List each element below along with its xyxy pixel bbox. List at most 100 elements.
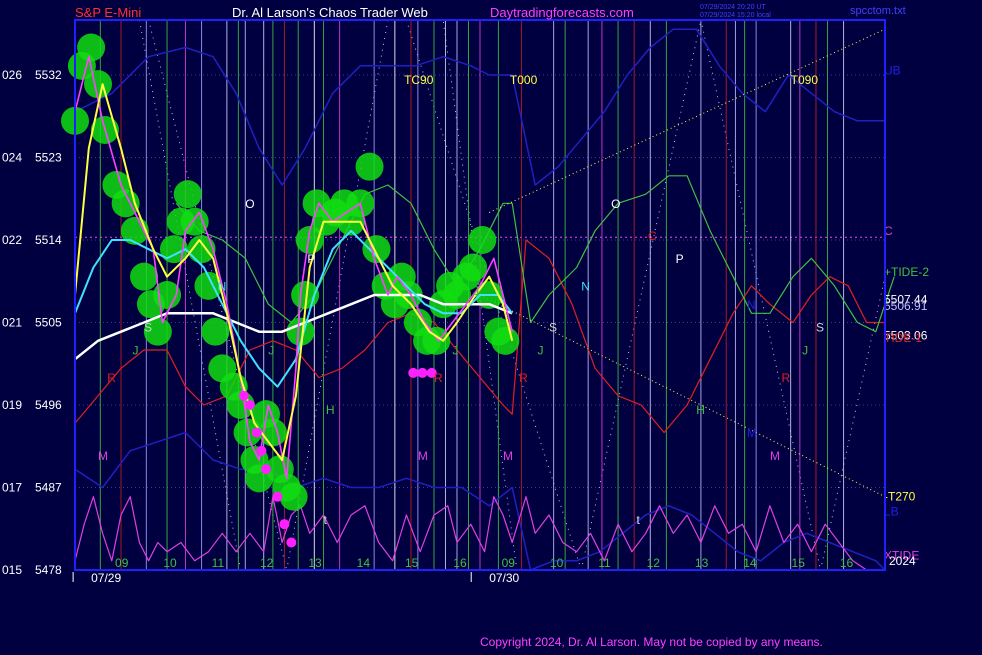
annotation-label: R bbox=[434, 371, 443, 385]
annotation-label: J bbox=[133, 344, 139, 358]
annotation-label: H bbox=[696, 403, 705, 417]
right-series-label: +TIDE-2 bbox=[884, 265, 929, 279]
highlight-blob bbox=[130, 262, 159, 291]
highlight-blob bbox=[468, 226, 497, 254]
x-tick-label: 12 bbox=[260, 556, 274, 570]
annotation-label: H bbox=[326, 403, 335, 417]
annotation-label: N bbox=[747, 298, 756, 312]
annotation-label: O bbox=[245, 197, 254, 211]
annotation-label: J bbox=[268, 344, 274, 358]
annotation-label: J bbox=[802, 344, 808, 358]
event-dot bbox=[279, 519, 290, 530]
annotation-label: J bbox=[538, 344, 544, 358]
annotation-label: J bbox=[452, 344, 458, 358]
annotation-label: P bbox=[676, 252, 684, 266]
annotation-label: R bbox=[519, 371, 528, 385]
x-tick-label: 16 bbox=[840, 556, 854, 570]
x-tick-label: 13 bbox=[308, 556, 322, 570]
chart-svg: 015 5478 017 5487 019 5496 021 5505 022 5514 024 55… bbox=[0, 0, 982, 650]
annotation-label: C bbox=[648, 229, 657, 243]
x-tick-label: 09 bbox=[502, 556, 516, 570]
annotation-label: R bbox=[107, 371, 116, 385]
annotation-label: J bbox=[473, 284, 479, 298]
annotation-label: TC90 bbox=[404, 73, 434, 87]
annotation-label: N bbox=[218, 279, 227, 293]
x-tick-label: 10 bbox=[163, 556, 177, 570]
x-tick-label: 14 bbox=[743, 556, 757, 570]
annotation-label: O bbox=[611, 197, 620, 211]
annotation-label: M bbox=[98, 449, 108, 463]
highlight-blob bbox=[279, 482, 308, 511]
event-dot bbox=[408, 367, 419, 378]
x-tick-label: 09 bbox=[115, 556, 129, 570]
y-tick-prefix: 026 bbox=[2, 68, 22, 82]
timestamp-local: 07/29/2024 15:20 local bbox=[700, 12, 771, 19]
annotation-label: P bbox=[307, 252, 315, 266]
copyright: Copyright 2024, Dr. Al Larson. May not b… bbox=[480, 635, 823, 649]
annotation-label: M bbox=[747, 426, 757, 440]
right-series-label: LB bbox=[884, 504, 899, 518]
x-tick-label: 13 bbox=[695, 556, 709, 570]
x-tick-label: 10 bbox=[550, 556, 564, 570]
x-tick-label: 16 bbox=[453, 556, 467, 570]
highlight-blob bbox=[173, 180, 202, 209]
y-tick-prefix: 015 bbox=[2, 563, 22, 577]
site-link[interactable]: Daytradingforecasts.com bbox=[490, 5, 634, 20]
highlight-blob bbox=[355, 152, 384, 181]
x-tick-label: 11 bbox=[598, 556, 611, 570]
event-dot bbox=[272, 491, 283, 502]
event-dot bbox=[244, 400, 255, 410]
instrument-label: S&P E-Mini bbox=[75, 5, 141, 20]
y-tick-label: 5514 bbox=[35, 233, 62, 247]
y-tick-prefix: 017 bbox=[2, 481, 22, 495]
x-tick-label: 11 bbox=[212, 556, 225, 570]
y-tick-label: 5496 bbox=[35, 398, 62, 412]
data-file-label: spcctom.txt bbox=[850, 5, 906, 17]
annotation-label: M bbox=[418, 449, 428, 463]
right-series-label: -T270 bbox=[884, 490, 916, 504]
date-label: 07/30 bbox=[489, 571, 519, 585]
annotation-label: S bbox=[816, 321, 824, 335]
y-tick-prefix: 022 bbox=[2, 233, 22, 247]
event-dot bbox=[251, 427, 262, 438]
annotation-label: M bbox=[503, 449, 513, 463]
highlight-blob bbox=[201, 317, 230, 346]
x-tick-label: 12 bbox=[647, 556, 661, 570]
event-dot bbox=[260, 464, 271, 475]
highlight-blob bbox=[491, 326, 520, 355]
annotation-label: M bbox=[770, 449, 780, 463]
y-tick-label: 5478 bbox=[35, 563, 62, 577]
x-tick-label: 14 bbox=[357, 556, 371, 570]
date-label: 07/29 bbox=[91, 571, 121, 585]
y-tick-label: 5532 bbox=[35, 68, 62, 82]
x-tick-label: 15 bbox=[405, 556, 419, 570]
year-label: 2024 bbox=[889, 554, 916, 568]
annotation-label: N bbox=[581, 279, 590, 293]
x-tick-label: 15 bbox=[792, 556, 806, 570]
annotation-label: R bbox=[781, 371, 790, 385]
event-dot bbox=[238, 390, 249, 401]
event-dot bbox=[417, 367, 428, 378]
right-series-label: TIDE-1 bbox=[884, 331, 922, 345]
y-tick-label: 5505 bbox=[35, 316, 62, 330]
y-tick-label: 5487 bbox=[35, 481, 62, 495]
highlight-blob bbox=[84, 70, 113, 99]
event-dot bbox=[256, 445, 267, 456]
y-tick-label: 5523 bbox=[35, 151, 62, 165]
right-series-label: UB bbox=[884, 63, 901, 77]
annotation-label: T000 bbox=[510, 73, 538, 87]
right-series-label: 5506.91 bbox=[884, 299, 928, 313]
timestamp-utc: 07/29/2024 20:20 UT bbox=[700, 4, 766, 11]
chart-root: 015 5478 017 5487 019 5496 021 5505 022 5514 024 55… bbox=[0, 0, 982, 650]
highlight-blob bbox=[459, 253, 488, 282]
y-tick-prefix: 024 bbox=[2, 151, 22, 165]
y-tick-prefix: 021 bbox=[2, 316, 22, 330]
annotation-label: S bbox=[144, 321, 152, 335]
annotation-label: S bbox=[549, 321, 557, 335]
highlight-blob bbox=[362, 235, 391, 264]
highlight-blob bbox=[77, 33, 106, 62]
event-dot bbox=[286, 537, 297, 548]
y-tick-prefix: 019 bbox=[2, 398, 22, 412]
page-title: Dr. Al Larson's Chaos Trader Web bbox=[232, 5, 428, 20]
annotation-label: T090 bbox=[791, 73, 819, 87]
